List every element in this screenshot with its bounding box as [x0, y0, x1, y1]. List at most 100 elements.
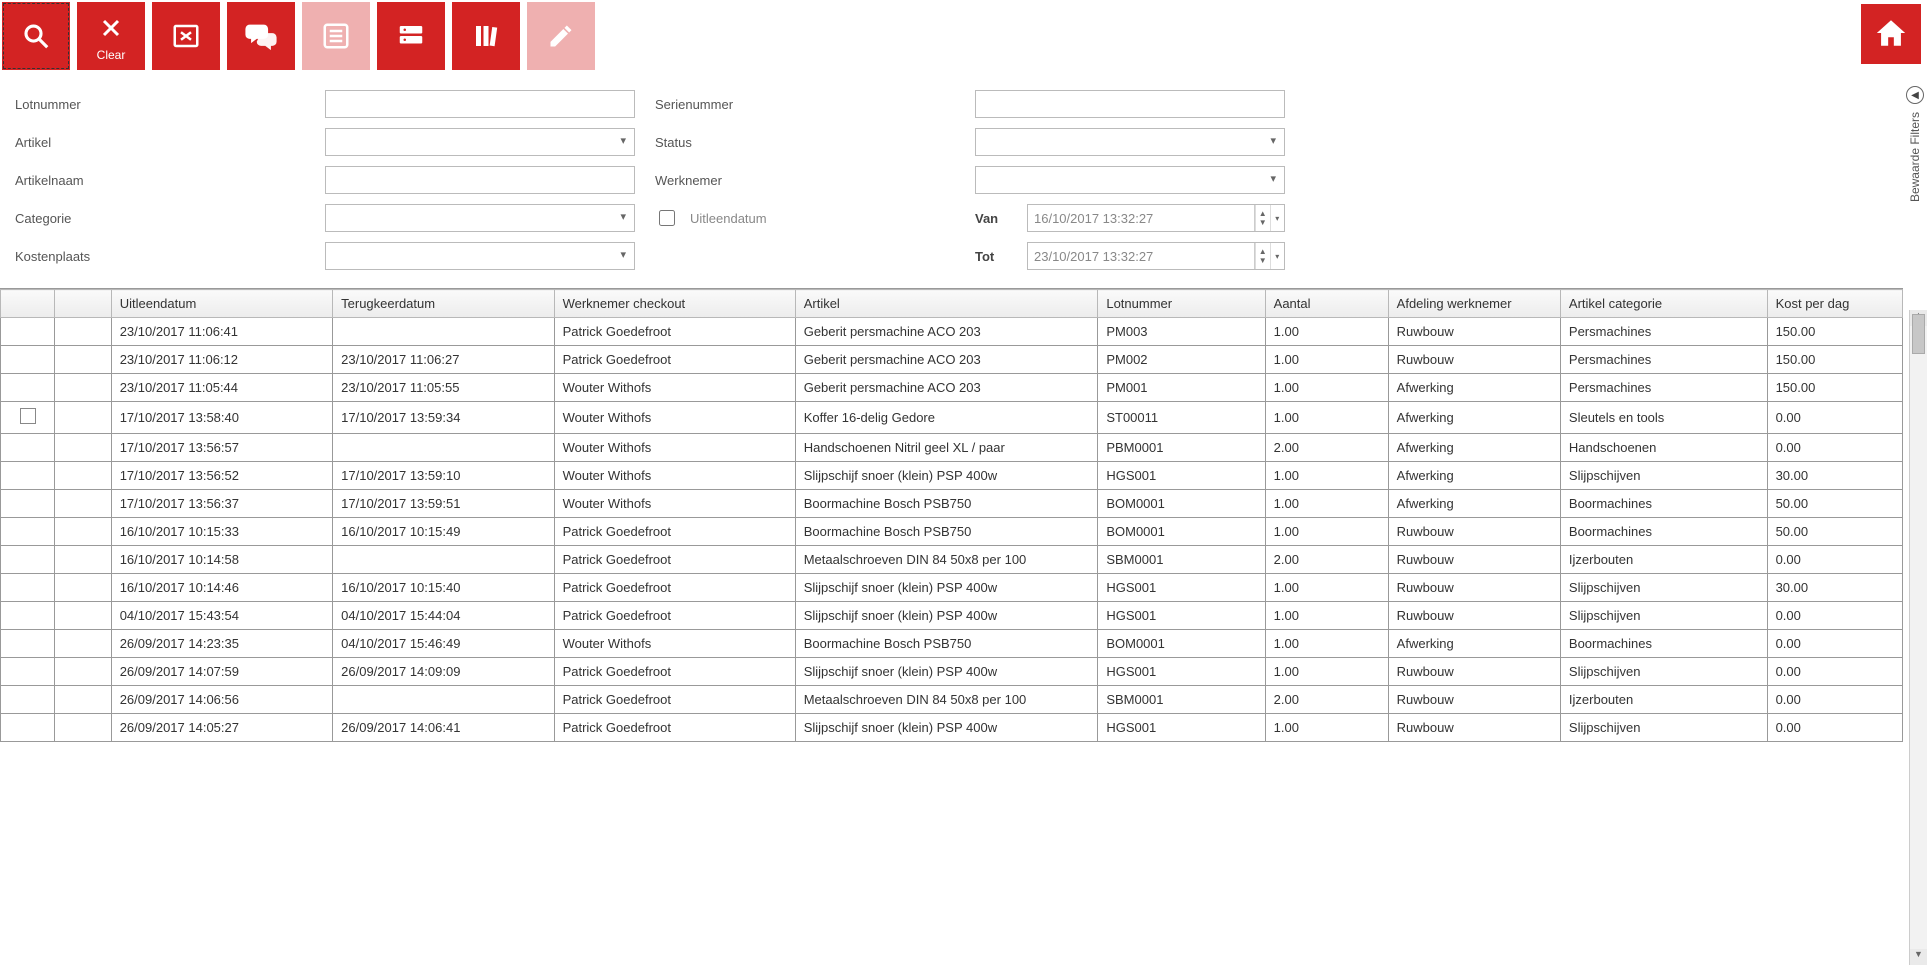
artikelnaam-input[interactable] — [325, 166, 635, 194]
row-selector-cell[interactable] — [1, 518, 55, 546]
lotnummer-input[interactable] — [325, 90, 635, 118]
cell-lotnummer: ST00011 — [1098, 402, 1265, 434]
grid-header-selector[interactable] — [1, 290, 55, 318]
grid-header-artikel[interactable]: Artikel — [795, 290, 1098, 318]
top-toolbar: Clear — [0, 0, 1927, 72]
table-row[interactable]: 16/10/2017 10:14:58Patrick GoedefrootMet… — [1, 546, 1903, 574]
grid-header-afdeling[interactable]: Afdeling werknemer — [1388, 290, 1560, 318]
categorie-combo[interactable] — [325, 204, 635, 232]
checkbox-icon[interactable] — [20, 408, 36, 424]
row-selector-cell[interactable] — [1, 402, 55, 434]
cell-uitleendatum: 17/10/2017 13:56:57 — [111, 434, 332, 462]
table-row[interactable]: 04/10/2017 15:43:5404/10/2017 15:44:04Pa… — [1, 602, 1903, 630]
cell-artikel: Koffer 16-delig Gedore — [795, 402, 1098, 434]
cell-kost: 0.00 — [1767, 686, 1902, 714]
row-selector-cell[interactable] — [1, 658, 55, 686]
uitleendatum-checkbox[interactable] — [659, 210, 675, 226]
row-selector-cell[interactable] — [1, 630, 55, 658]
chevron-left-icon[interactable]: ◀ — [1906, 86, 1924, 104]
row-selector-cell[interactable] — [1, 714, 55, 742]
search-icon — [18, 18, 54, 54]
table-row[interactable]: 26/09/2017 14:06:56Patrick GoedefrootMet… — [1, 686, 1903, 714]
row-selector-cell[interactable] — [1, 574, 55, 602]
cell-artikel: Geberit persmachine ACO 203 — [795, 374, 1098, 402]
cell-aantal: 2.00 — [1265, 434, 1388, 462]
clear-button[interactable]: Clear — [77, 2, 145, 70]
export-excel-button[interactable] — [152, 2, 220, 70]
grid-header-aantal[interactable]: Aantal — [1265, 290, 1388, 318]
table-row[interactable]: 23/10/2017 11:06:1223/10/2017 11:06:27Pa… — [1, 346, 1903, 374]
table-row[interactable]: 17/10/2017 13:58:4017/10/2017 13:59:34Wo… — [1, 402, 1903, 434]
grid-header-kost[interactable]: Kost per dag — [1767, 290, 1902, 318]
row-selector-cell[interactable] — [1, 546, 55, 574]
row-selector-cell[interactable] — [1, 490, 55, 518]
kostenplaats-combo[interactable] — [325, 242, 635, 270]
date-spinner-icon[interactable]: ▲▼▾ — [1254, 243, 1284, 269]
cell-kost: 0.00 — [1767, 546, 1902, 574]
date-spinner-icon[interactable]: ▲▼▾ — [1254, 205, 1284, 231]
row-selector-cell[interactable] — [1, 346, 55, 374]
scroll-thumb[interactable] — [1912, 314, 1925, 354]
comments-button[interactable] — [227, 2, 295, 70]
row-selector-cell[interactable] — [1, 462, 55, 490]
table-row[interactable]: 23/10/2017 11:05:4423/10/2017 11:05:55Wo… — [1, 374, 1903, 402]
table-row[interactable]: 17/10/2017 13:56:57Wouter WithofsHandsch… — [1, 434, 1903, 462]
search-button[interactable] — [2, 2, 70, 70]
grid-header-uitleendatum[interactable]: Uitleendatum — [111, 290, 332, 318]
library-button[interactable] — [452, 2, 520, 70]
van-date-input[interactable]: 16/10/2017 13:32:27 ▲▼▾ — [1027, 204, 1285, 232]
home-button[interactable] — [1861, 4, 1921, 64]
row-selector-cell[interactable] — [1, 318, 55, 346]
cell-werknemer: Patrick Goedefroot — [554, 686, 795, 714]
cell-afdeling: Afwerking — [1388, 630, 1560, 658]
row-selector-cell[interactable] — [1, 602, 55, 630]
table-row[interactable]: 17/10/2017 13:56:3717/10/2017 13:59:51Wo… — [1, 490, 1903, 518]
grid-header-werknemer-checkout[interactable]: Werknemer checkout — [554, 290, 795, 318]
werknemer-combo[interactable] — [975, 166, 1285, 194]
cell-terugkeerdatum: 04/10/2017 15:44:04 — [333, 602, 554, 630]
serienummer-input[interactable] — [975, 90, 1285, 118]
table-row[interactable]: 17/10/2017 13:56:5217/10/2017 13:59:10Wo… — [1, 462, 1903, 490]
cell-werknemer: Patrick Goedefroot — [554, 658, 795, 686]
row-selector-cell[interactable] — [1, 434, 55, 462]
grid-header-terugkeerdatum[interactable]: Terugkeerdatum — [333, 290, 554, 318]
grid-scrollbar[interactable]: ▲ ▼ — [1909, 310, 1927, 965]
cell-uitleendatum: 26/09/2017 14:06:56 — [111, 686, 332, 714]
scroll-down-icon[interactable]: ▼ — [1910, 949, 1927, 965]
edit-button[interactable] — [527, 2, 595, 70]
cell-werknemer: Wouter Withofs — [554, 462, 795, 490]
cell-kost: 150.00 — [1767, 318, 1902, 346]
row-icon-cell — [55, 490, 112, 518]
table-row[interactable]: 23/10/2017 11:06:41Patrick GoedefrootGeb… — [1, 318, 1903, 346]
table-row[interactable]: 26/09/2017 14:05:2726/09/2017 14:06:41Pa… — [1, 714, 1903, 742]
grid-header-lotnummer[interactable]: Lotnummer — [1098, 290, 1265, 318]
cell-uitleendatum: 26/09/2017 14:23:35 — [111, 630, 332, 658]
table-row[interactable]: 26/09/2017 14:23:3504/10/2017 15:46:49Wo… — [1, 630, 1903, 658]
table-row[interactable]: 16/10/2017 10:15:3316/10/2017 10:15:49Pa… — [1, 518, 1903, 546]
cell-uitleendatum: 17/10/2017 13:56:52 — [111, 462, 332, 490]
tot-date-input[interactable]: 23/10/2017 13:32:27 ▲▼▾ — [1027, 242, 1285, 270]
grid-header-icon[interactable] — [55, 290, 112, 318]
cell-werknemer: Wouter Withofs — [554, 630, 795, 658]
cell-uitleendatum: 26/09/2017 14:07:59 — [111, 658, 332, 686]
list-button[interactable] — [302, 2, 370, 70]
cell-terugkeerdatum: 23/10/2017 11:06:27 — [333, 346, 554, 374]
cell-artikel: Geberit persmachine ACO 203 — [795, 346, 1098, 374]
artikel-combo[interactable] — [325, 128, 635, 156]
cell-uitleendatum: 23/10/2017 11:05:44 — [111, 374, 332, 402]
artikelnaam-label: Artikelnaam — [15, 173, 305, 188]
server-button[interactable] — [377, 2, 445, 70]
lotnummer-label: Lotnummer — [15, 97, 305, 112]
cell-werknemer: Wouter Withofs — [554, 402, 795, 434]
status-combo[interactable] — [975, 128, 1285, 156]
grid-header-categorie[interactable]: Artikel categorie — [1560, 290, 1767, 318]
cell-aantal: 1.00 — [1265, 574, 1388, 602]
row-selector-cell[interactable] — [1, 686, 55, 714]
table-row[interactable]: 16/10/2017 10:14:4616/10/2017 10:15:40Pa… — [1, 574, 1903, 602]
row-selector-cell[interactable] — [1, 374, 55, 402]
cell-categorie: Boormachines — [1560, 630, 1767, 658]
uitleendatum-label: Uitleendatum — [690, 211, 767, 226]
cell-afdeling: Afwerking — [1388, 402, 1560, 434]
table-row[interactable]: 26/09/2017 14:07:5926/09/2017 14:09:09Pa… — [1, 658, 1903, 686]
saved-filters-tab[interactable]: ◀ Bewaarde Filters — [1903, 80, 1927, 202]
